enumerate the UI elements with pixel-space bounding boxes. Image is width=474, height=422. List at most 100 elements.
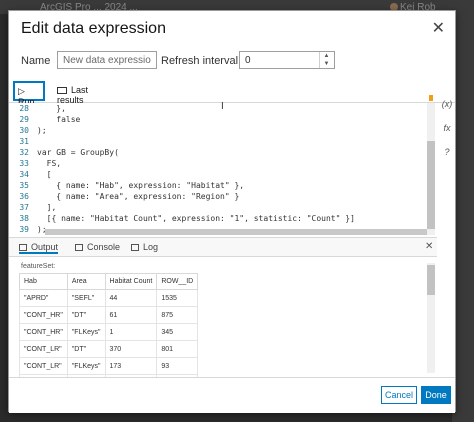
tab-output[interactable]: Output [19,242,59,254]
table-column-header: ROW__ID [156,273,199,290]
table-column-header: Area [66,273,106,290]
play-icon: ▷ [18,86,25,96]
text-cursor-icon: I [221,101,224,112]
tab-output-label: Output [31,242,59,252]
code-line: 35 { name: "Hab", expression: "Habitat" … [9,180,437,191]
table-cell: 61 [104,306,158,324]
code-line: 36 { name: "Area", expression: "Region" … [9,191,437,202]
last-results-button[interactable]: Last results [53,83,113,105]
table-row: "CONT_HR" "DT" 61 875 [19,306,199,324]
line-number: 28 [19,104,29,113]
line-number: 36 [19,192,29,201]
edit-data-expression-dialog: Edit data expression ✕ Name Refresh inte… [8,10,456,413]
code-text: { name: "Area", expression: "Region" } [37,192,240,201]
console-icon [75,244,83,252]
variables-icon[interactable]: (x) [439,99,455,109]
code-line: 31 [9,136,437,147]
table-cell: "CONT_HR" [19,306,68,324]
tab-log-label: Log [143,242,159,252]
code-line: 29 false [9,114,437,125]
code-lines: 28 }, 29 false 30); 31 32 var GB = GroupBy(33… [9,103,437,237]
table-header-row: Hab Area Habitat Count ROW__ID [19,273,199,290]
line-number: 32 [19,148,29,157]
done-button[interactable]: Done [421,386,451,404]
editor-overview-marker [429,95,433,101]
code-line: 37 ], [9,202,437,213]
output-scrollbar-thumb[interactable] [427,265,435,295]
table-cell: 173 [104,357,158,375]
cancel-button[interactable]: Cancel [381,386,417,404]
code-editor[interactable]: 28 }, 29 false 30); 31 32 var GB = GroupBy(33… [9,103,437,237]
line-number: 39 [19,225,29,234]
chevron-down-icon[interactable]: ▼ [320,60,333,68]
tab-console[interactable]: Console [75,242,120,252]
results-table: Hab Area Habitat Count ROW__ID "APRD" "SEFL"… [19,273,199,392]
featureset-label: featureSet: [21,263,56,270]
table-column-header: Habitat Count [104,273,158,290]
table-cell: 801 [156,340,199,358]
output-tabs: Output Console Log ✕ [9,237,437,257]
refresh-interval-stepper[interactable]: ▲ ▼ [319,52,333,68]
close-output-icon[interactable]: ✕ [425,241,433,252]
table-cell: 875 [156,306,199,324]
line-number: 38 [19,214,29,223]
table-cell: 370 [104,340,158,358]
table-cell: "DT" [66,306,106,324]
table-cell: "CONT_HR" [19,323,68,341]
code-text: [ [37,170,52,179]
line-number: 30 [19,126,29,135]
line-number: 29 [19,115,29,124]
output-icon [19,244,27,252]
table-cell: "CONT_LR" [19,357,68,375]
chevron-up-icon[interactable]: ▲ [320,52,333,60]
line-number: 34 [19,170,29,179]
table-row: "APRD" "SEFL" 44 1535 [19,289,199,307]
tab-log[interactable]: Log [131,242,158,252]
table-cell: "DT" [66,340,106,358]
table-cell: "SEFL" [66,289,106,307]
dialog-footer: Cancel Done [9,377,455,413]
line-number: 33 [19,159,29,168]
code-text: { name: "Hab", expression: "Habitat" }, [37,181,245,190]
results-icon [57,87,67,95]
table-cell: 44 [104,289,158,307]
editor-horizontal-scrollbar[interactable] [45,229,427,235]
table-cell: "APRD" [19,289,68,307]
code-text: ], [37,203,57,212]
functions-icon[interactable]: fx [439,123,455,133]
line-number: 37 [19,203,29,212]
table-cell: 1 [104,323,158,341]
help-icon[interactable]: ? [439,147,455,157]
tab-console-label: Console [87,242,121,252]
code-text: false [37,115,81,124]
line-number: 31 [19,137,29,146]
table-cell: "FLKeys" [66,357,106,375]
name-label: Name [21,55,51,67]
editor-toolbar: ▷ Run Last results [9,81,455,107]
table-cell: "FLKeys" [66,323,106,341]
table-row: "CONT_LR" "FLKeys" 173 93 [19,357,199,375]
code-line: 38 [{ name: "Habitat Count", expression:… [9,213,437,224]
code-text: ); [37,126,47,135]
code-text: FS, [37,159,62,168]
table-cell: 345 [156,323,199,341]
log-icon [131,244,139,252]
table-row: "CONT_HR" "FLKeys" 1 345 [19,323,199,341]
code-text: }, [37,104,66,113]
code-line: 34 [ [9,169,437,180]
table-cell: "CONT_LR" [19,340,68,358]
name-input[interactable] [57,51,157,69]
table-row: "CONT_LR" "DT" 370 801 [19,340,199,358]
close-icon[interactable]: ✕ [432,18,445,38]
code-text: var GB = GroupBy( [37,148,119,157]
dialog-title: Edit data expression [21,20,166,37]
editor-scrollbar-thumb[interactable] [427,141,435,229]
editor-side-icons: (x) fx ? [439,99,455,171]
table-cell: 1535 [156,289,199,307]
code-line: 30); [9,125,437,136]
table-column-header: Hab [19,273,68,290]
line-number: 35 [19,181,29,190]
run-button[interactable]: ▷ Run [13,81,45,107]
code-line: 33 FS, [9,158,437,169]
table-cell: 93 [156,357,199,375]
